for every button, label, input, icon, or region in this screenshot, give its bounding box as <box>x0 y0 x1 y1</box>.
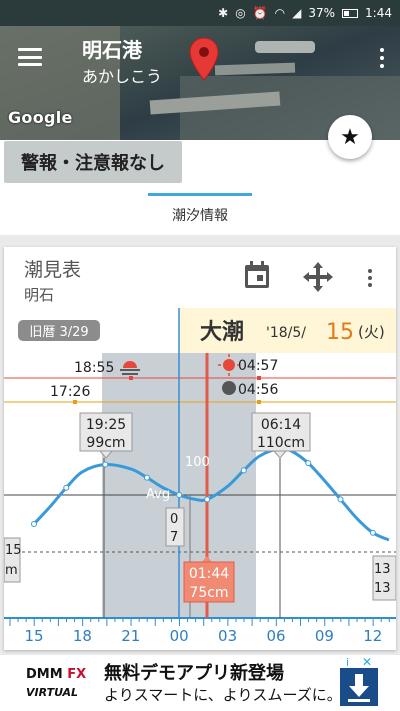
card-location: 明石 <box>24 286 55 304</box>
tide-point <box>102 461 109 468</box>
moonrise-marker <box>257 400 261 404</box>
tide-type: 大潮 <box>200 320 244 345</box>
card-overflow-icon[interactable] <box>368 269 372 287</box>
tide-card: 潮見表 明石 旧暦 3/29 大潮 '18/5/ 15 (火) 18:55 17… <box>4 247 396 650</box>
tab-label: 潮汐情報 <box>172 208 228 224</box>
current-time: 01:44 <box>189 566 229 582</box>
tide-point <box>305 460 312 467</box>
tab-tide-info[interactable]: 潮汐情報 <box>148 193 252 233</box>
wifi-icon: ◠ <box>274 6 286 20</box>
tide-point <box>31 521 37 527</box>
ad-tagline: よりスマートに、よりスムーズに。 <box>104 686 342 704</box>
x-tick-label: 21 <box>121 627 140 645</box>
weekday: (火) <box>358 323 385 341</box>
signal-icon: ◢ <box>292 6 302 20</box>
x-tick-label: 06 <box>266 627 285 645</box>
battery-icon <box>342 8 359 18</box>
ad-banner[interactable]: DMM FX VIRTUAL 無料デモアプリ新登場 よりスマートに、よりスムーズ… <box>22 655 378 711</box>
ad-brand-logo: DMM FX <box>26 667 87 682</box>
ad-headline: 無料デモアプリ新登場 <box>104 663 284 684</box>
tide-point <box>240 467 247 474</box>
moonset-time: 17:26 <box>50 384 90 400</box>
current-level: 75cm <box>189 585 228 601</box>
low-partial-1: 0 <box>170 512 178 527</box>
level-100-label: 100 <box>185 455 210 470</box>
sunrise-marker <box>257 376 261 380</box>
x-tick-label: 00 <box>170 627 189 645</box>
high1-time: 19:25 <box>86 417 126 433</box>
low-partial-2: 7 <box>170 530 178 545</box>
high2-level: 110cm <box>257 435 305 451</box>
moonrise-icon <box>222 381 236 395</box>
weather-warning-badge[interactable]: 警報・注意報なし <box>4 141 182 183</box>
x-tick-label: 18 <box>73 627 92 645</box>
favorite-star-button[interactable]: ★ <box>328 115 372 159</box>
page-subtitle: あかしこう <box>82 67 163 86</box>
ad-info-icon[interactable]: i <box>346 656 360 669</box>
location-pin-icon <box>189 37 219 81</box>
card-title: 潮見表 <box>24 259 82 281</box>
overflow-menu-icon[interactable] <box>380 48 384 68</box>
tide-point <box>63 484 70 491</box>
calendar-icon[interactable] <box>244 261 270 289</box>
right-partial-2: 13 <box>374 581 391 596</box>
tide-point <box>176 492 183 498</box>
right-partial-1: 13 <box>374 562 391 577</box>
page-title: 明石港 <box>82 38 142 62</box>
high2-time: 06:14 <box>261 417 301 433</box>
high-tide-callout-2: 06:14 110cm <box>251 412 311 459</box>
x-tick-label: 12 <box>363 627 382 645</box>
alarm-icon: ⏰ <box>252 6 268 20</box>
download-icon[interactable] <box>340 668 378 706</box>
left-partial-2: m <box>5 563 18 578</box>
ad-close-icon[interactable]: ✕ <box>362 655 376 669</box>
date-prefix: '18/5/ <box>266 325 306 341</box>
map-pier <box>214 62 296 76</box>
tide-chart[interactable]: 旧暦 3/29 大潮 '18/5/ 15 (火) 18:55 17:26 04:… <box>4 308 396 650</box>
sync-icon: ◎ <box>235 6 246 20</box>
star-icon: ★ <box>340 124 360 150</box>
tide-point <box>143 474 150 481</box>
x-tick-label: 03 <box>218 627 237 645</box>
pan-move-icon[interactable] <box>302 261 334 293</box>
battery-percent: 37% <box>308 6 336 20</box>
moonrise-time: 04:56 <box>238 382 278 398</box>
tide-point <box>337 496 344 503</box>
date-day: 15 <box>326 320 354 345</box>
menu-icon[interactable] <box>18 48 42 66</box>
ad-brand-sub: VIRTUAL <box>26 686 79 699</box>
status-bar: ✱ ◎ ⏰ ◠ ◢ 37% 1:44 <box>0 0 400 26</box>
lunar-date: 旧暦 3/29 <box>29 325 88 340</box>
tab-indicator <box>148 193 252 196</box>
map-ship <box>255 41 315 53</box>
sunset-time: 18:55 <box>74 360 114 376</box>
sunset-marker <box>129 376 133 380</box>
bluetooth-icon: ✱ <box>218 6 229 20</box>
tide-point <box>369 529 376 536</box>
high1-level: 99cm <box>86 435 125 451</box>
clock: 1:44 <box>365 6 392 20</box>
left-partial-1: 15 <box>5 543 22 558</box>
x-tick-label: 15 <box>24 627 43 645</box>
high-tide-callout-1: 19:25 99cm <box>79 412 133 459</box>
google-logo: Google <box>8 108 73 127</box>
moonset-marker <box>73 400 77 404</box>
x-tick-label: 09 <box>315 627 334 645</box>
current-tide-callout: 01:44 75cm <box>183 556 235 603</box>
avg-label: Avg <box>146 487 170 502</box>
sunrise-time: 04:57 <box>238 358 278 374</box>
tide-point <box>204 496 211 503</box>
